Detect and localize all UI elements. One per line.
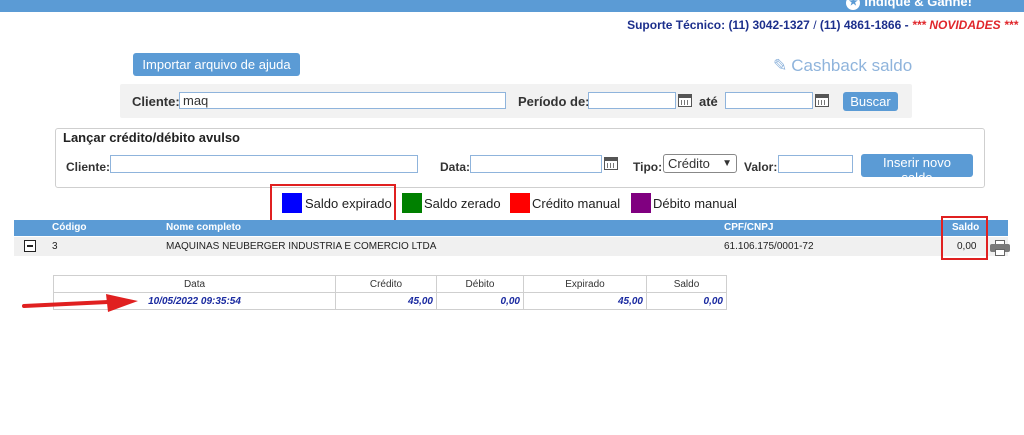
- cashback-saldo-link[interactable]: ✎ Cashback saldo: [773, 56, 912, 76]
- detail-debito: 0,00: [436, 292, 524, 310]
- novidades-link[interactable]: *** NOVIDADES ***: [912, 18, 1018, 32]
- detail-row: 10/05/2022 09:35:54 45,00 0,00 45,00 0,0…: [53, 292, 727, 310]
- chevron-down-icon: ▼: [722, 158, 732, 169]
- table-row[interactable]: [14, 237, 1008, 256]
- calendar-icon[interactable]: [604, 157, 618, 170]
- collapse-icon[interactable]: [24, 240, 36, 252]
- detail-saldo: 0,00: [646, 292, 727, 310]
- legend-debito-manual: Débito manual: [653, 196, 737, 211]
- highlight-box-legend: [270, 184, 396, 222]
- buscar-button[interactable]: Buscar: [843, 92, 898, 111]
- calendar-icon[interactable]: [815, 94, 829, 107]
- main-table-header: [14, 220, 1008, 236]
- detail-expirado: 45,00: [523, 292, 647, 310]
- manual-entry-title: Lançar crédito/débito avulso: [63, 130, 240, 145]
- insert-saldo-button[interactable]: Inserir novo saldo: [861, 154, 973, 185]
- valor-input[interactable]: [778, 155, 853, 173]
- detail-col-credito: Crédito: [335, 275, 437, 293]
- detail-credito: 45,00: [335, 292, 437, 310]
- data-input[interactable]: [470, 155, 602, 173]
- detail-col-expirado: Expirado: [523, 275, 647, 293]
- detail-col-data: Data: [53, 275, 336, 293]
- row-cpf: 61.106.175/0001-72: [724, 241, 814, 252]
- indique-ganhe-link[interactable]: ★ Indiqué & Ganhe!: [846, 0, 972, 10]
- periodo-label: Período de:: [518, 94, 590, 109]
- row-codigo: 3: [52, 241, 58, 252]
- tipo-select[interactable]: Crédito ▼: [663, 154, 737, 173]
- row-nome: MAQUINAS NEUBERGER INDUSTRIA E COMERCIO …: [166, 241, 437, 252]
- legend-swatch-zerado: [402, 193, 422, 213]
- ate-label: até: [699, 94, 718, 109]
- detail-table: Data Crédito Débito Expirado Saldo 10/05…: [53, 275, 727, 310]
- calendar-icon[interactable]: [678, 94, 692, 107]
- import-help-button[interactable]: Importar arquivo de ajuda: [133, 53, 300, 76]
- printer-icon[interactable]: [990, 240, 1010, 256]
- manual-cliente-input[interactable]: [110, 155, 418, 173]
- legend-swatch-credito: [510, 193, 530, 213]
- tipo-label: Tipo:: [633, 160, 663, 174]
- edit-icon: ✎: [773, 56, 788, 75]
- search-cliente-input[interactable]: [179, 92, 506, 109]
- detail-col-debito: Débito: [436, 275, 524, 293]
- col-nome: Nome completo: [166, 222, 242, 233]
- gift-icon: ★: [846, 0, 861, 10]
- detail-col-saldo: Saldo: [646, 275, 727, 293]
- legend-swatch-debito: [631, 193, 651, 213]
- data-label: Data:: [440, 160, 471, 174]
- periodo-start-input[interactable]: [588, 92, 676, 109]
- legend-credito-manual: Crédito manual: [532, 196, 621, 211]
- manual-cliente-label: Cliente:: [66, 160, 111, 174]
- red-arrow-annotation: [22, 294, 138, 312]
- periodo-end-input[interactable]: [725, 92, 813, 109]
- support-line: Suporte Técnico: (11) 3042-1327 / (11) 4…: [627, 18, 1018, 32]
- search-cliente-label: Cliente:: [132, 94, 180, 109]
- legend-saldo-zerado: Saldo zerado: [424, 196, 501, 211]
- highlight-box-saldo: [941, 216, 988, 260]
- top-bar: ★ Indiqué & Ganhe!: [0, 0, 1024, 12]
- valor-label: Valor:: [744, 160, 778, 174]
- col-codigo: Código: [52, 222, 87, 233]
- col-cpf: CPF/CNPJ: [724, 222, 774, 233]
